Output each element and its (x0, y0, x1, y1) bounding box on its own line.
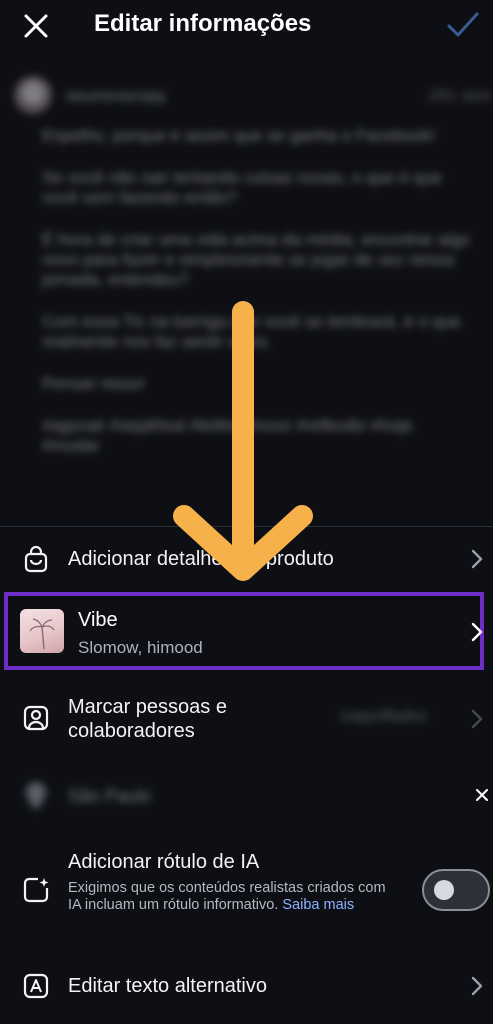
remove-location-icon[interactable] (476, 789, 488, 801)
chevron-right-icon (471, 709, 483, 729)
vibe-title: Vibe (78, 609, 118, 631)
vibe-thumbnail (20, 609, 64, 653)
divider (0, 526, 493, 527)
tag-people-label-line1: Marcar pessoas e (68, 696, 227, 718)
shopping-bag-icon (24, 545, 48, 573)
palm-tree-icon (29, 618, 55, 650)
vibe-row-highlight[interactable] (4, 592, 484, 670)
tag-people-label-line2: colaboradores (68, 720, 195, 742)
tag-people-row[interactable]: Marcar pessoas e colaboradores copyoffad… (0, 692, 493, 746)
caption-paragraph: Pensar nisso! (42, 374, 145, 393)
caption-paragraph: #agoraé #sejaReal #brilhe #novo #reflexã… (42, 416, 413, 455)
alt-text-icon (23, 973, 49, 999)
caption-preview[interactable]: seunovocopy 281 sem Espelho, porque é as… (0, 64, 493, 526)
tag-person-icon (23, 705, 49, 731)
ai-label-description: Exigimos que os conteúdos realistas cria… (68, 880, 398, 914)
top-bar: Editar informações (0, 0, 493, 52)
ai-label-toggle[interactable] (422, 869, 490, 911)
add-product-details-label: Adicionar detalhes do produto (68, 548, 334, 570)
edit-alt-text-row[interactable]: Editar texto alternativo (0, 964, 493, 1008)
add-product-details-row[interactable]: Adicionar detalhes do produto (0, 537, 493, 581)
caption-paragraph: Espelho, porque é assim que se ganha o F… (42, 126, 436, 145)
chevron-right-icon (471, 976, 483, 996)
chevron-right-icon (471, 549, 483, 569)
caption-paragraph: Se você não sair tentando coisas novas, … (42, 168, 442, 207)
toggle-knob (434, 880, 454, 900)
check-icon[interactable] (446, 10, 480, 40)
location-pin-icon (26, 782, 46, 810)
location-label: São Paulo (68, 786, 152, 806)
vibe-subtitle: Slomow, himood (78, 638, 203, 657)
caption-text: Espelho, porque é assim que se ganha o F… (42, 126, 472, 478)
caption-paragraph: Com essa Tic na barriga que você se lemb… (42, 312, 461, 351)
avatar (14, 76, 52, 114)
collaborators-value: copyoffadoo (340, 708, 427, 725)
ai-label-icon (23, 877, 49, 903)
caption-count: 281 sem (428, 86, 493, 105)
chevron-right-icon (471, 622, 483, 642)
page-title: Editar informações (94, 10, 312, 37)
close-icon[interactable] (20, 10, 52, 42)
caption-paragraph: É hora de criar uma vida acima da média,… (42, 230, 471, 289)
ai-label-title: Adicionar rótulo de IA (68, 851, 260, 873)
learn-more-link[interactable]: Saiba mais (282, 897, 354, 913)
tag-people-label: Marcar pessoas e colaboradores (68, 695, 227, 743)
edit-alt-text-label: Editar texto alternativo (68, 975, 267, 997)
caption-username: seunovocopy (66, 86, 167, 105)
